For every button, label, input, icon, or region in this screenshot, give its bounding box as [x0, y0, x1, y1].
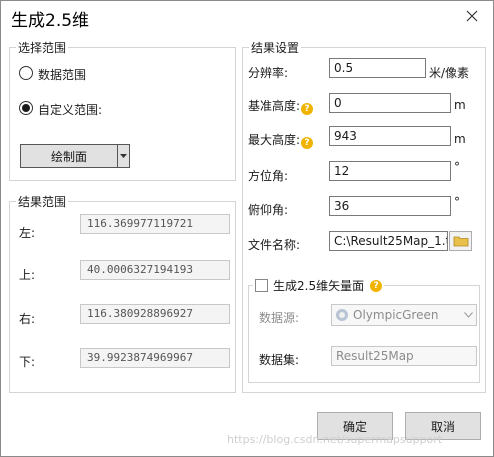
- max-height-input[interactable]: 943: [329, 126, 451, 146]
- elevation-label: 俯仰角:: [248, 203, 289, 217]
- max-height-label-row: 最大高度:?: [248, 131, 314, 149]
- resolution-unit: 米/像素: [429, 66, 470, 80]
- top-value-field: 40.0006327194193: [80, 260, 230, 280]
- bottom-label: 下:: [19, 355, 36, 369]
- datasource-select[interactable]: OlympicGreen: [331, 304, 477, 326]
- draw-polygon-label: 绘制面: [50, 149, 87, 164]
- select-range-legend: 选择范围: [16, 39, 69, 56]
- radio-custom-range-label: 自定义范围:: [38, 103, 103, 117]
- azimuth-label: 方位角:: [248, 169, 289, 183]
- max-height-label: 最大高度:: [248, 133, 301, 147]
- close-button[interactable]: [457, 3, 487, 29]
- right-label: 右:: [19, 312, 36, 326]
- datasource-value: OlympicGreen: [353, 308, 439, 322]
- result-settings-legend: 结果设置: [249, 39, 302, 56]
- watermark: https://blog.csdn.net/supermapsupport: [227, 433, 443, 446]
- datasource-icon: [336, 309, 348, 321]
- folder-icon: [453, 236, 468, 247]
- filename-label: 文件名称:: [248, 238, 301, 252]
- top-label: 上:: [19, 268, 36, 282]
- radio-data-range[interactable]: [19, 66, 33, 80]
- filename-input[interactable]: C:\Result25Map_1.tiff: [329, 231, 448, 251]
- help-icon[interactable]: ?: [301, 103, 314, 115]
- elevation-input[interactable]: 36: [329, 196, 451, 216]
- resolution-label: 分辨率:: [248, 66, 289, 80]
- vector-group: 生成2.5维矢量面 ? 数据源: OlympicGreen 数据集: Resul…: [248, 277, 480, 383]
- base-height-input[interactable]: 0: [329, 93, 451, 113]
- help-icon[interactable]: ?: [301, 137, 314, 149]
- left-value-field: 116.369977119721: [80, 214, 230, 234]
- vector-header: 生成2.5维矢量面 ?: [253, 277, 385, 294]
- right-value-field: 116.380928896927: [80, 304, 230, 324]
- result-range-legend: 结果范围: [16, 193, 69, 210]
- azimuth-unit: °: [454, 160, 460, 174]
- chevron-down-icon: [120, 154, 127, 158]
- azimuth-input[interactable]: 12: [329, 161, 451, 181]
- radio-custom-range[interactable]: [19, 101, 33, 115]
- radio-data-range-label: 数据范围: [38, 68, 87, 82]
- cancel-button-label: 取消: [430, 419, 455, 434]
- dataset-label: 数据集:: [259, 353, 300, 367]
- resolution-input[interactable]: 0.5: [329, 58, 426, 78]
- result-settings-group: 结果设置 分辨率: 0.5 米/像素 基准高度:? 0 m 最大高度:? 943…: [242, 39, 486, 393]
- base-height-label-row: 基准高度:?: [248, 97, 314, 115]
- dataset-input[interactable]: Result25Map: [331, 346, 477, 366]
- generate-25d-dialog: 生成2.5维 选择范围 数据范围 自定义范围: 绘制面 结果范围 左: 116.…: [0, 0, 494, 457]
- draw-polygon-button[interactable]: 绘制面: [20, 144, 118, 168]
- max-height-unit: m: [454, 132, 466, 146]
- browse-button[interactable]: [449, 231, 472, 251]
- result-range-group: 结果范围 左: 116.369977119721 上: 40.000632719…: [9, 193, 236, 393]
- base-height-unit: m: [454, 98, 466, 112]
- left-label: 左:: [19, 226, 36, 240]
- bottom-value-field: 39.9923874969967: [80, 348, 230, 368]
- vector-checkbox[interactable]: [255, 279, 268, 292]
- ok-button-label: 确定: [342, 419, 367, 434]
- base-height-label: 基准高度:: [248, 99, 301, 113]
- draw-polygon-dropdown[interactable]: [117, 144, 130, 168]
- help-icon[interactable]: ?: [370, 279, 383, 292]
- select-range-group: 选择范围 数据范围 自定义范围: 绘制面: [9, 39, 236, 181]
- vector-checkbox-label: 生成2.5维矢量面: [273, 279, 365, 293]
- elevation-unit: °: [454, 195, 460, 209]
- chevron-down-icon: [464, 312, 473, 318]
- datasource-label: 数据源:: [259, 311, 300, 325]
- close-icon: [466, 10, 478, 22]
- dialog-title: 生成2.5维: [11, 11, 90, 31]
